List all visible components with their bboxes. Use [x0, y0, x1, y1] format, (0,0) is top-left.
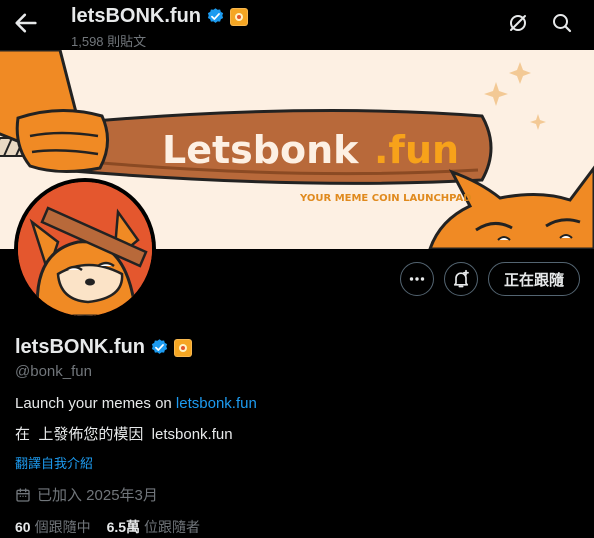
- bio-text: Launch your memes on: [15, 395, 176, 412]
- avatar-dog-art: [18, 182, 152, 316]
- profile-name: letsBONK.fun: [15, 336, 145, 358]
- header-title-row: letsBONK.fun: [71, 5, 248, 28]
- profile-stats: 60 個跟隨中 6.5萬 位跟隨者: [15, 517, 200, 537]
- notifications-button[interactable]: [444, 262, 478, 296]
- banner-brand-main: Letsbonk: [162, 128, 359, 172]
- profile-name-row: letsBONK.fun: [15, 336, 192, 359]
- bio-link[interactable]: letsbonk.fun: [176, 395, 257, 412]
- followers-count: 6.5萬: [106, 519, 141, 535]
- grok-icon[interactable]: [506, 11, 530, 35]
- avatar-image: [18, 182, 152, 316]
- translate-bio-link[interactable]: 翻譯自我介紹: [15, 453, 93, 472]
- following-button[interactable]: 正在跟隨: [488, 262, 580, 296]
- post-count: 1,598 則貼文: [71, 34, 147, 49]
- following-stat[interactable]: 60 個跟隨中: [15, 517, 91, 537]
- bio-line-1: Launch your memes on letsbonk.fun: [15, 395, 257, 412]
- bio-line-2: 在 上發佈您的模因 letsbonk.fun: [15, 426, 233, 443]
- profile-handle: @bonk_fun: [15, 363, 92, 380]
- affiliate-badge-icon: [230, 7, 248, 26]
- profile-avatar[interactable]: [14, 178, 156, 320]
- page-title: letsBONK.fun: [71, 5, 201, 27]
- search-icon[interactable]: [550, 11, 574, 35]
- verified-badge-icon[interactable]: [150, 338, 169, 357]
- followers-label: 位跟隨者: [144, 519, 201, 535]
- top-bar: letsBONK.fun 1,598 則貼文: [0, 0, 594, 50]
- back-arrow-icon[interactable]: [12, 9, 40, 37]
- banner-tagline: YOUR MEME COIN LAUNCHPAD: [299, 193, 472, 204]
- join-date-text: 已加入 2025年3月: [37, 487, 158, 504]
- affiliate-badge-icon[interactable]: [174, 338, 192, 357]
- banner-brand-tld: .fun: [374, 128, 459, 172]
- followers-stat[interactable]: 6.5萬 位跟隨者: [107, 517, 200, 537]
- verified-badge-icon: [207, 8, 224, 23]
- join-date: 已加入 2025年3月: [15, 484, 158, 505]
- calendar-icon: [16, 487, 30, 502]
- bell-plus-icon: [453, 269, 469, 288]
- more-options-button[interactable]: [400, 262, 434, 296]
- following-label: 個跟隨中: [34, 519, 91, 535]
- following-count: 60: [15, 519, 31, 535]
- more-dots-icon: [409, 277, 425, 281]
